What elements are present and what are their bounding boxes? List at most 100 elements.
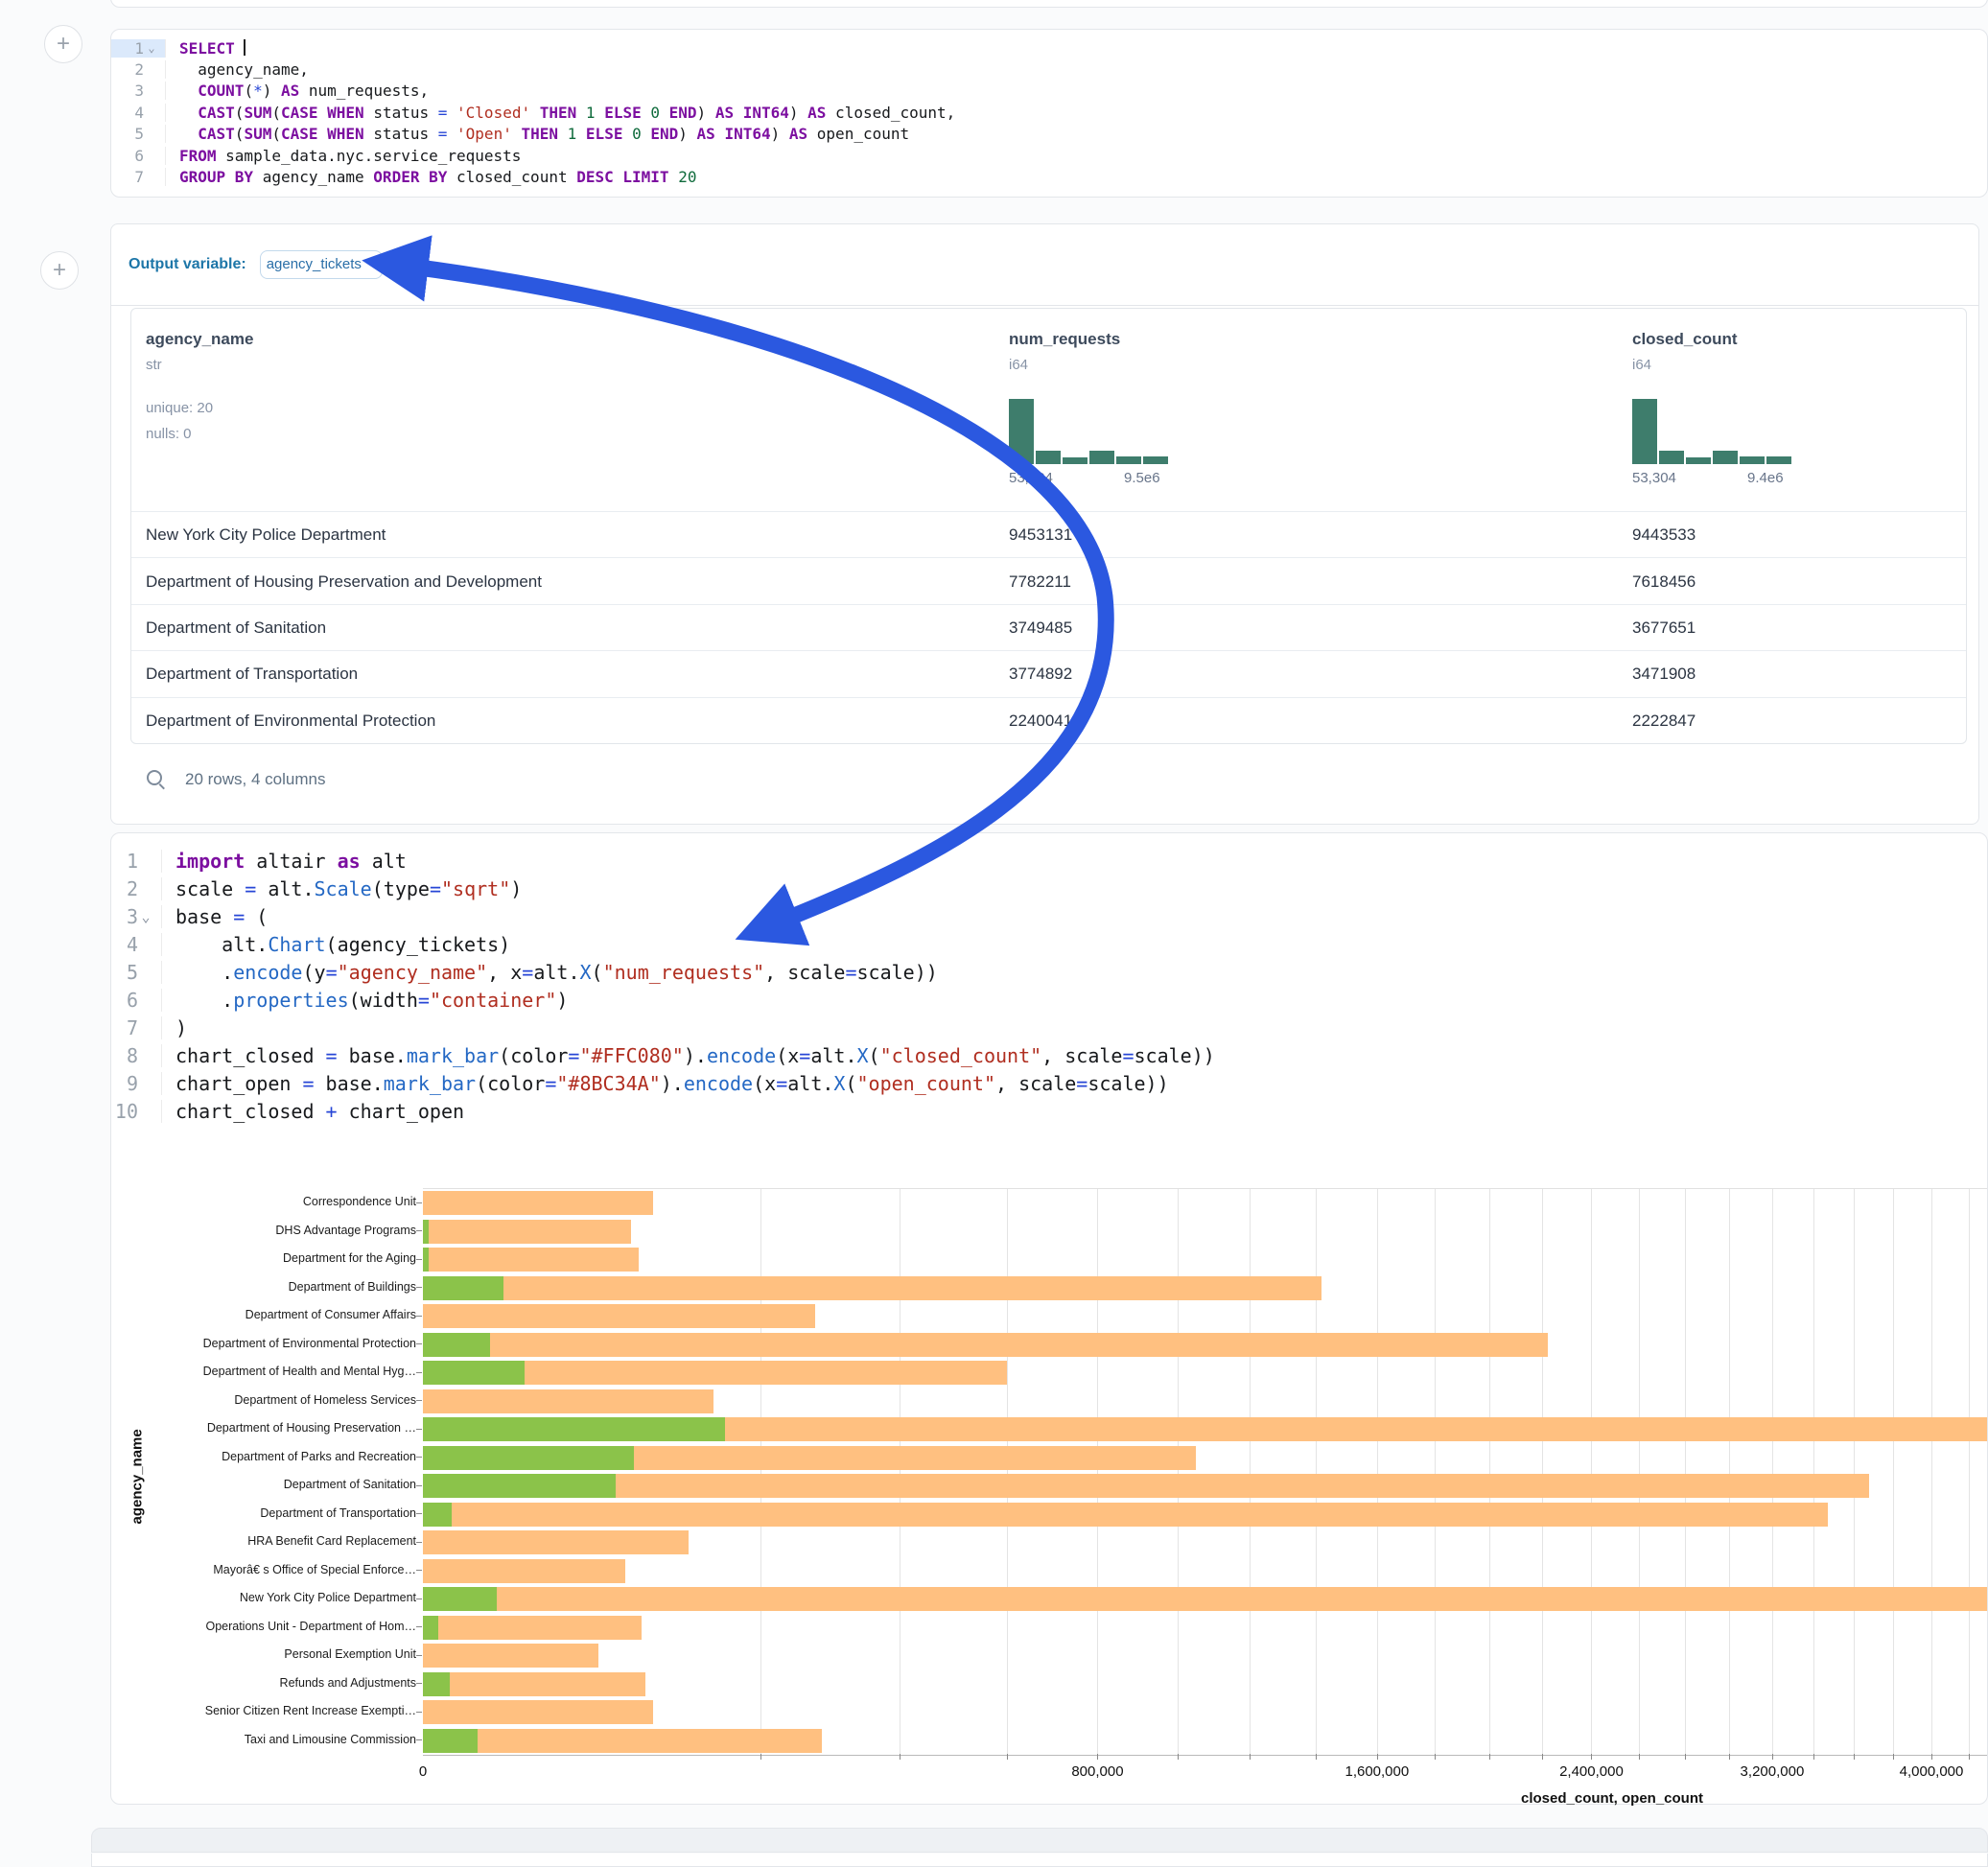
bar-closed-count [423,1559,625,1583]
y-axis-label: Department of Parks and Recreation [150,1443,416,1472]
gridline [1813,1189,1814,1755]
code-line[interactable]: 6 .properties(width="container") [111,986,1987,1014]
line-number-gutter: 5 [111,125,165,143]
line-number-gutter: 10 [111,1100,161,1123]
y-axis-label: Department of Buildings [150,1273,416,1302]
column-stat: nulls: 0 [146,426,192,442]
bar-open-count [423,1361,525,1385]
y-tick [416,1542,422,1543]
column-stat: unique: 20 [146,400,213,416]
python-code-editor[interactable]: 1 import altair as alt2 scale = alt.Scal… [111,847,1987,1125]
bar-closed-count [423,1304,815,1328]
line-number-gutter[interactable]: 3⌄ [111,905,161,928]
gridline [1969,1189,1970,1755]
code-line[interactable]: 1⌄SELECT [111,37,1987,58]
y-tick [416,1683,422,1684]
y-axis-label: DHS Advantage Programs [150,1217,416,1246]
code-line[interactable]: 2 scale = alt.Scale(type="sqrt") [111,875,1987,902]
x-tick [1591,1754,1592,1760]
code-line[interactable]: 10 chart_closed + chart_open [111,1097,1987,1125]
line-number-gutter[interactable]: 1⌄ [111,39,165,58]
table-cell: 3774892 [1009,665,1072,684]
code-line[interactable]: 9 chart_open = base.mark_bar(color="#8BC… [111,1069,1987,1097]
gridline [1639,1189,1640,1755]
code-line[interactable]: 5 CAST(SUM(CASE WHEN status = 'Open' THE… [111,124,1987,145]
histogram-max-label: 9.5e6 [1124,470,1160,486]
bar-closed-count [423,1530,689,1554]
code-line[interactable]: 2 agency_name, [111,58,1987,80]
gridline [1316,1189,1317,1755]
search-icon[interactable] [145,768,168,791]
bar-chart: Correspondence UnitDHS Advantage Program… [111,1159,1987,1792]
code-line[interactable]: 1 import altair as alt [111,847,1987,875]
table-cell: Department of Sanitation [146,618,326,638]
y-axis-label: Senior Citizen Rent Increase Exempti… [150,1697,416,1726]
table-row: Department of Sanitation37494853677651 [131,604,1966,651]
code-line[interactable]: 8 chart_closed = base.mark_bar(color="#F… [111,1041,1987,1069]
y-axis-label: Taxi and Limousine Commission [150,1726,416,1755]
column-header-num_requests: num_requests [1009,330,1120,349]
line-number-gutter: 7 [111,168,165,186]
gridline [1854,1189,1855,1755]
y-axis-label: Department of Housing Preservation … [150,1414,416,1443]
code-line[interactable]: 6 FROM sample_data.nyc.service_requests [111,145,1987,166]
y-axis-label: Department of Consumer Affairs [150,1301,416,1330]
code-line[interactable]: 7 ) [111,1014,1987,1041]
code-line[interactable]: 3⌄base = ( [111,902,1987,930]
bar-closed-count [423,1191,653,1215]
bar-closed-count [423,1276,1321,1300]
x-axis-title: closed_count, open_count [1521,1790,1703,1807]
sql-result-block: Output variable: agency_tickets agency_n… [110,223,1979,825]
sql-cell: 1⌄SELECT 2 agency_name,3 COUNT(*) AS num… [110,29,1988,198]
output-variable-pill[interactable]: agency_tickets [260,250,383,279]
sql-code-editor[interactable]: 1⌄SELECT 2 agency_name,3 COUNT(*) AS num… [111,37,1987,188]
table-cell: 3471908 [1632,665,1696,684]
bar-closed-count [423,1729,822,1753]
bar-closed-count [423,1248,639,1272]
bar-open-count [423,1616,438,1640]
code-text: base = ( [161,905,268,928]
gridline [1542,1189,1543,1755]
code-text: FROM sample_data.nyc.service_requests [165,147,521,165]
code-text: agency_name, [165,60,309,79]
gridline [1178,1189,1179,1755]
code-text: CAST(SUM(CASE WHEN status = 'Closed' THE… [165,104,955,122]
bar-closed-count [423,1389,713,1413]
table-cell: 2240041 [1009,712,1072,731]
column-type: i64 [1632,357,1651,373]
x-axis-tick-label: 1,600,000 [1345,1763,1409,1780]
y-tick [416,1513,422,1514]
table-cell: 3677651 [1632,618,1696,638]
table-footer: 20 rows, 4 columns [145,764,325,795]
bar-open-count [423,1333,490,1357]
gridline [1893,1189,1894,1755]
column-header-agency_name: agency_name [146,330,253,349]
gridline [1250,1189,1251,1755]
x-tick [1813,1754,1814,1760]
column-histogram [1632,397,1791,464]
y-tick [416,1230,422,1231]
fold-chevron-icon[interactable]: ⌄ [138,908,153,925]
code-line[interactable]: 5 .encode(y="agency_name", x=alt.X("num_… [111,958,1987,986]
code-line[interactable]: 3 COUNT(*) AS num_requests, [111,81,1987,102]
y-tick [416,1712,422,1713]
y-tick [416,1457,422,1458]
bar-closed-count [423,1503,1828,1527]
add-cell-button-middle[interactable]: + [40,251,79,290]
output-variable-value: agency_tickets [267,256,362,272]
y-tick [416,1626,422,1627]
code-text: import altair as alt [161,850,407,873]
x-tick [1772,1754,1773,1760]
code-line[interactable]: 4 alt.Chart(agency_tickets) [111,930,1987,958]
add-cell-button-top[interactable]: + [44,25,82,63]
column-type: i64 [1009,357,1028,373]
code-line[interactable]: 7 GROUP BY agency_name ORDER BY closed_c… [111,166,1987,187]
x-tick [1542,1754,1543,1760]
table-cell: 7618456 [1632,572,1696,592]
gridline [1097,1189,1098,1755]
fold-chevron-icon[interactable]: ⌄ [144,41,159,55]
code-line[interactable]: 4 CAST(SUM(CASE WHEN status = 'Closed' T… [111,102,1987,123]
column-header-closed_count: closed_count [1632,330,1738,349]
y-axis-title: agency_name [129,1419,146,1525]
code-text: SELECT [165,39,246,58]
